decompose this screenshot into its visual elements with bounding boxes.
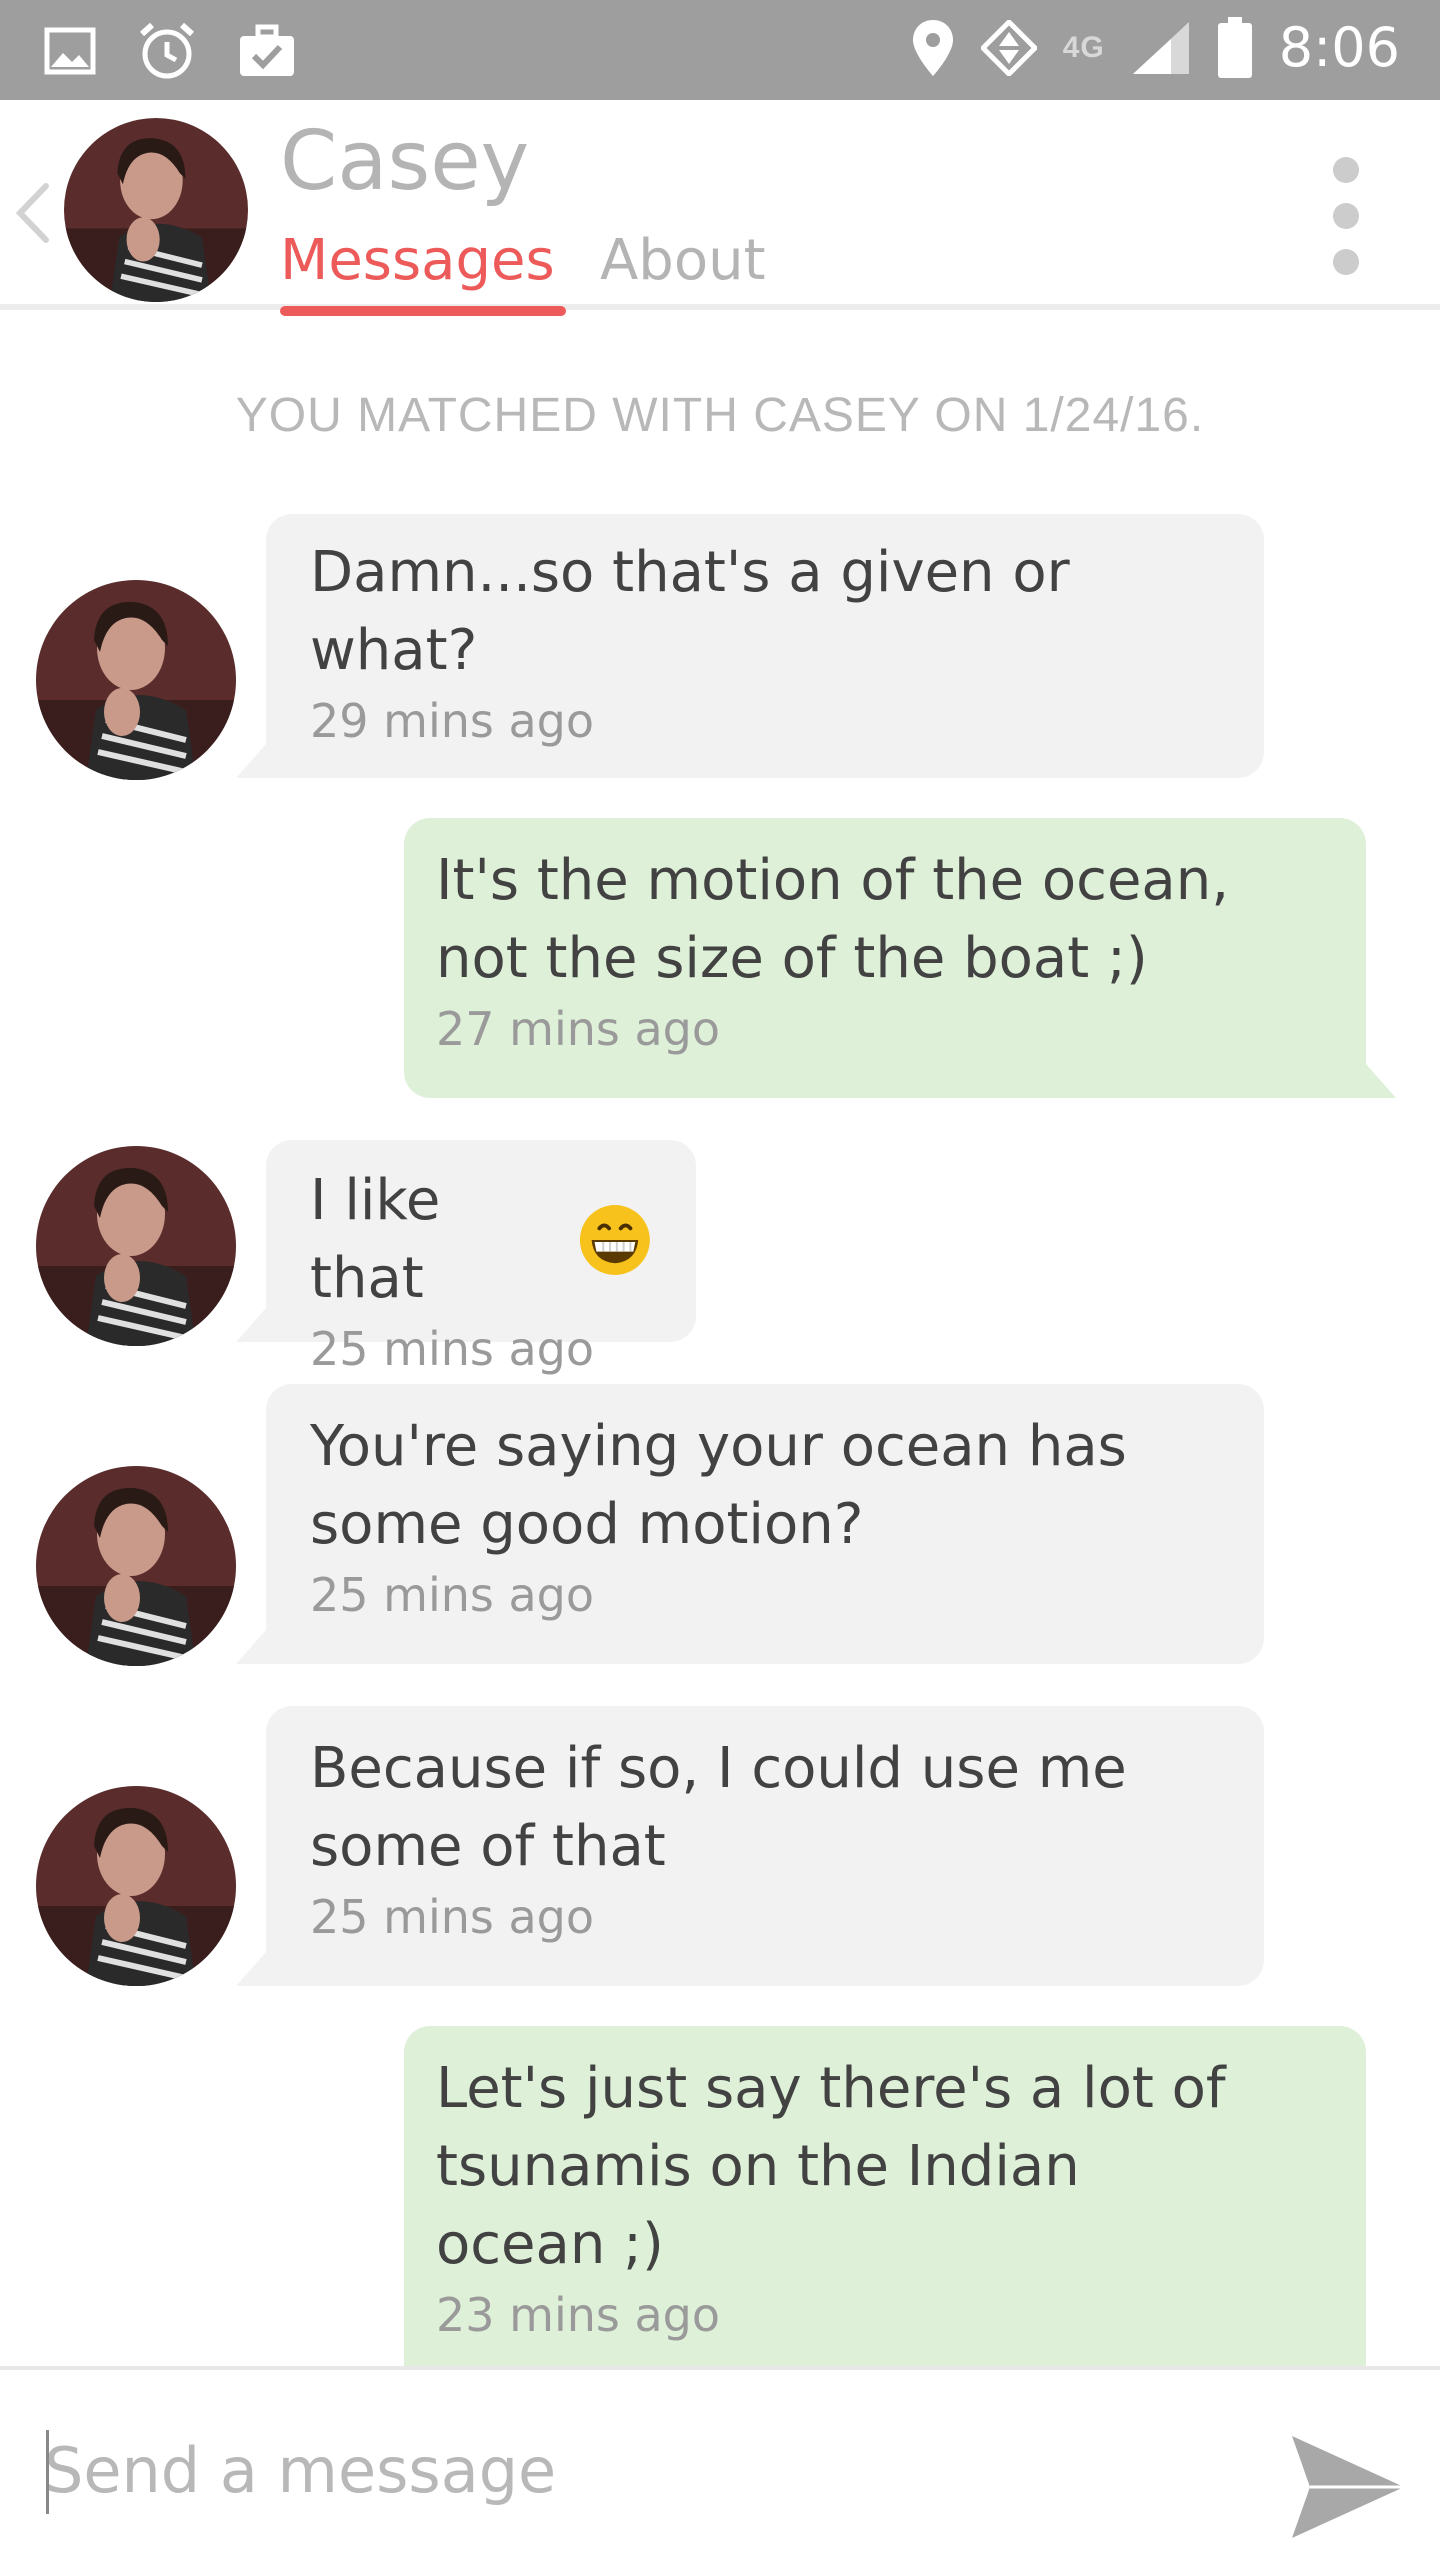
grinning-face-emoji bbox=[580, 1205, 651, 1275]
chat-screen: 4G 8:06 Casey Messages About YOU MATCHED… bbox=[0, 0, 1440, 2560]
location-pin-icon bbox=[912, 19, 953, 76]
network-type: 4G bbox=[1062, 30, 1105, 64]
message-text: Damn...so that's a given or bbox=[310, 540, 1070, 605]
message-text: what? bbox=[310, 618, 478, 683]
tab-messages[interactable]: Messages bbox=[280, 228, 555, 293]
signal-icon bbox=[1132, 21, 1189, 74]
message-timestamp: 25 mins ago bbox=[310, 1568, 595, 1622]
clock-time: 8:06 bbox=[1278, 16, 1400, 79]
message-bubble-incoming[interactable]: You're saying your ocean has some good m… bbox=[266, 1384, 1264, 1664]
status-bar: 4G 8:06 bbox=[0, 0, 1440, 100]
data-transfer-icon bbox=[980, 19, 1037, 76]
tab-about[interactable]: About bbox=[600, 228, 766, 293]
image-icon bbox=[44, 27, 96, 75]
text-cursor bbox=[46, 2430, 49, 2514]
message-text: It's the motion of the ocean, bbox=[436, 848, 1230, 913]
message-text: some of that bbox=[310, 1814, 666, 1879]
message-text: I like that bbox=[310, 1168, 441, 1311]
message-text: tsunamis on the Indian bbox=[436, 2134, 1080, 2199]
avatar[interactable] bbox=[36, 1786, 236, 1986]
avatar[interactable] bbox=[64, 118, 248, 302]
message-timestamp: 29 mins ago bbox=[310, 694, 595, 748]
avatar[interactable] bbox=[36, 1466, 236, 1666]
message-text: Let's just say there's a lot of bbox=[436, 2056, 1226, 2121]
message-bubble-outgoing[interactable]: It's the motion of the ocean, not the si… bbox=[404, 818, 1366, 1098]
more-options-icon[interactable] bbox=[1322, 156, 1370, 276]
message-input[interactable] bbox=[44, 2420, 1244, 2520]
message-text: some good motion? bbox=[310, 1492, 864, 1557]
message-timestamp: 25 mins ago bbox=[310, 1890, 595, 1944]
active-tab-indicator bbox=[280, 306, 566, 316]
status-bar-left-icons bbox=[44, 20, 296, 82]
back-arrow-icon[interactable] bbox=[6, 178, 56, 248]
message-timestamp: 23 mins ago bbox=[436, 2288, 721, 2342]
chat-header: Casey Messages About bbox=[0, 100, 1440, 316]
match-date-label: YOU MATCHED WITH CASEY ON 1/24/16. bbox=[235, 389, 1205, 442]
message-timestamp: 25 mins ago bbox=[310, 1322, 595, 1376]
message-bubble-outgoing[interactable]: Let's just say there's a lot of tsunamis… bbox=[404, 2026, 1366, 2396]
message-line: I like that bbox=[310, 1162, 652, 1318]
briefcase-check-icon bbox=[240, 24, 294, 76]
battery-icon bbox=[1217, 16, 1252, 78]
avatar[interactable] bbox=[36, 580, 236, 780]
match-name: Casey bbox=[280, 114, 530, 209]
message-timestamp: 27 mins ago bbox=[436, 1002, 721, 1056]
message-composer bbox=[0, 2366, 1440, 2560]
message-text: ocean ;) bbox=[436, 2212, 664, 2277]
message-text: You're saying your ocean has bbox=[310, 1414, 1127, 1479]
avatar[interactable] bbox=[36, 1146, 236, 1346]
message-text: not the size of the boat ;) bbox=[436, 926, 1148, 991]
message-bubble-incoming[interactable]: Damn...so that's a given or what? 29 min… bbox=[266, 514, 1264, 778]
message-text: Because if so, I could use me bbox=[310, 1736, 1127, 1801]
message-bubble-incoming[interactable]: I like that 25 mins ago bbox=[266, 1140, 696, 1376]
alarm-icon bbox=[139, 22, 195, 79]
send-icon[interactable] bbox=[1288, 2432, 1408, 2542]
status-bar-right-icons: 4G 8:06 bbox=[911, 16, 1400, 79]
message-bubble-incoming[interactable]: Because if so, I could use me some of th… bbox=[266, 1706, 1264, 1986]
